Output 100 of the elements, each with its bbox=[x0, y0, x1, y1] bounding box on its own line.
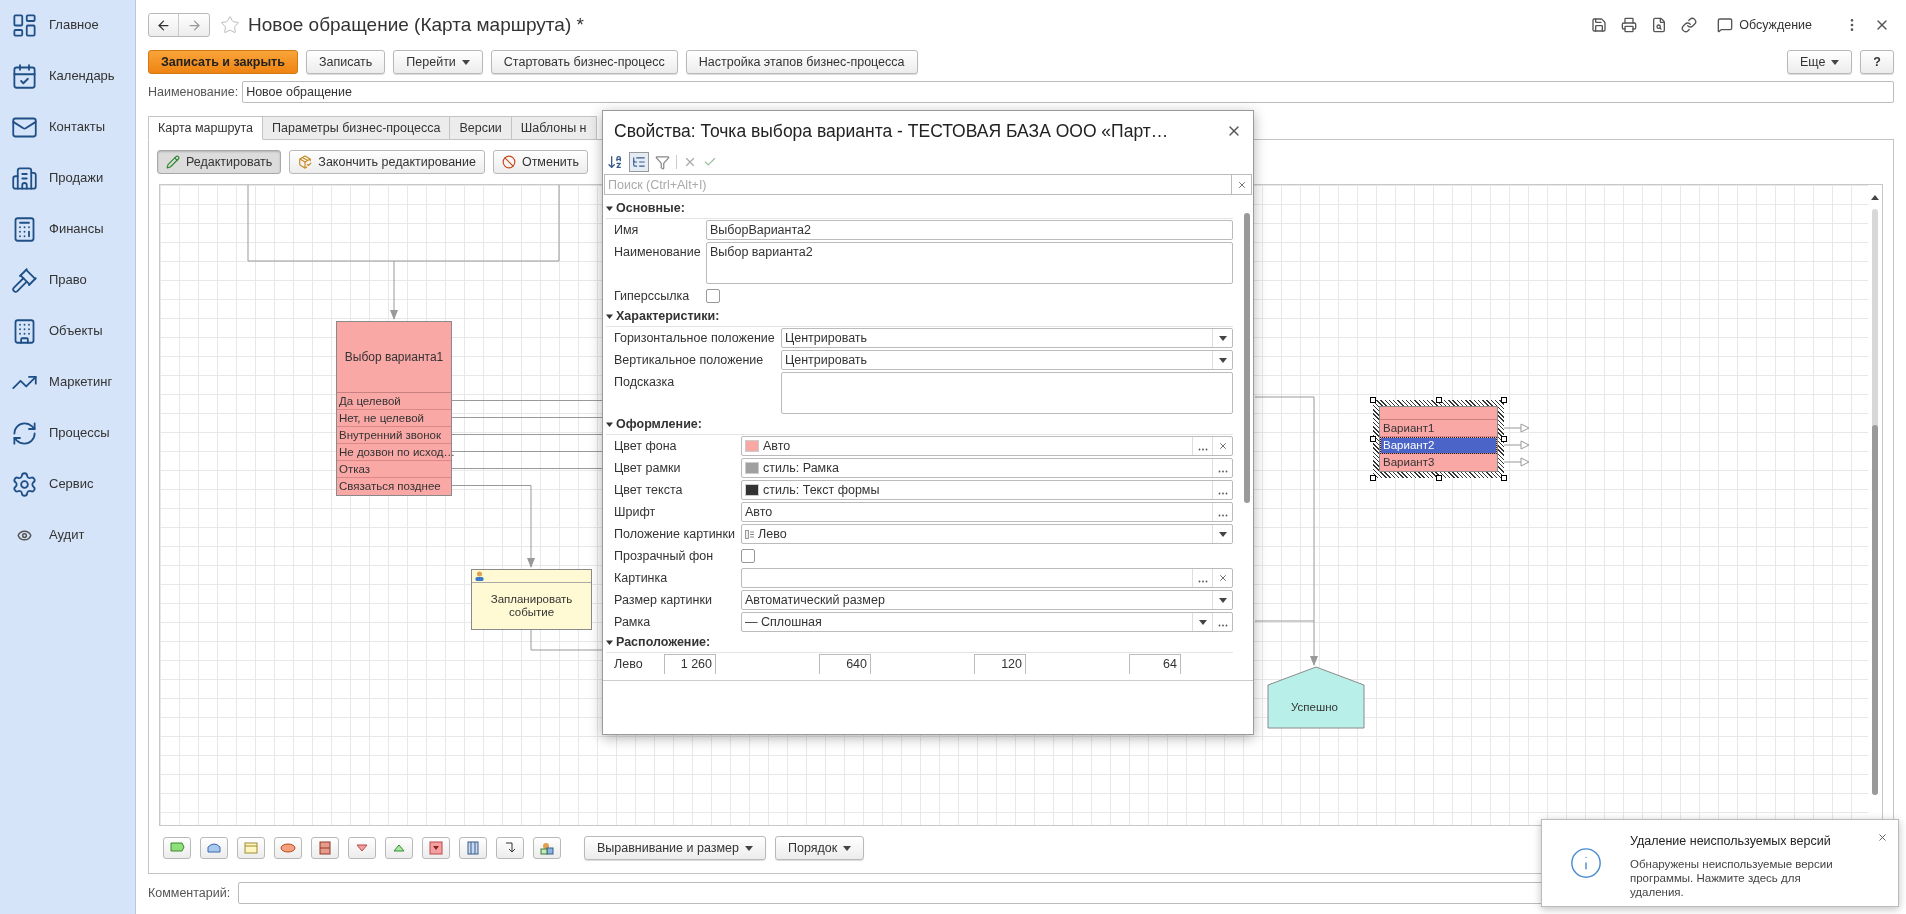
edit-toolbar-button[interactable]: Закончить редактирование bbox=[289, 150, 485, 174]
branch-row[interactable]: Связаться позднее bbox=[337, 479, 451, 494]
choice-node[interactable]: Выбор варианта1 Да целевой Нет, не целевой Внутренний звонок Не дозвон по исход… Отказ Связаться позднее bbox=[336, 321, 452, 496]
property-field[interactable]: — Сплошная bbox=[741, 612, 1233, 632]
sidebar-item[interactable]: Аудит bbox=[0, 514, 135, 556]
shape-tool-button[interactable] bbox=[422, 837, 450, 859]
checkbox[interactable] bbox=[741, 549, 755, 563]
action-button[interactable]: Записать bbox=[305, 50, 386, 74]
number-field[interactable]: 640 bbox=[819, 654, 871, 674]
resize-handle[interactable] bbox=[1370, 475, 1376, 481]
branch-row[interactable]: Вариант2 bbox=[1381, 437, 1496, 453]
filter-icon[interactable] bbox=[655, 154, 670, 170]
sidebar-item[interactable]: Главное bbox=[0, 4, 135, 46]
branch-row[interactable]: Да целевой bbox=[337, 393, 451, 409]
number-field[interactable]: 64 bbox=[1129, 654, 1181, 674]
resize-handle[interactable] bbox=[1501, 475, 1507, 481]
shape-tool-button[interactable] bbox=[496, 837, 524, 859]
check-icon[interactable] bbox=[703, 155, 717, 169]
help-button[interactable]: ? bbox=[1860, 50, 1894, 74]
favorite-star-icon[interactable] bbox=[220, 15, 240, 35]
resize-handle[interactable] bbox=[1435, 397, 1442, 403]
link-icon[interactable] bbox=[1681, 17, 1698, 33]
caret-down-icon[interactable] bbox=[606, 205, 613, 212]
sidebar-item[interactable]: Сервис bbox=[0, 463, 135, 505]
branch-row[interactable]: Отказ bbox=[337, 461, 451, 477]
close-icon[interactable] bbox=[1877, 832, 1888, 843]
branch-row[interactable]: Вариант3 bbox=[1381, 455, 1496, 470]
resize-handle[interactable] bbox=[1370, 436, 1376, 442]
edit-toolbar-button[interactable]: Отменить bbox=[492, 150, 589, 174]
delete-icon[interactable] bbox=[683, 155, 697, 169]
branch-row[interactable]: Нет, не целевой bbox=[337, 410, 451, 426]
branch-row[interactable]: Внутренний звонок bbox=[337, 427, 451, 443]
task-node[interactable]: Запланировать событие bbox=[471, 569, 592, 630]
checkbox[interactable] bbox=[706, 289, 720, 303]
save-and-close-button[interactable]: Записать и закрыть bbox=[148, 50, 298, 74]
tab[interactable]: Параметры бизнес-процесса bbox=[262, 116, 451, 140]
number-field[interactable]: 120 bbox=[974, 654, 1026, 674]
shape-tool-button[interactable] bbox=[385, 837, 413, 859]
resize-handle[interactable] bbox=[1370, 397, 1376, 403]
tree-list-icon[interactable] bbox=[632, 155, 646, 169]
discussion-button[interactable]: Обсуждение bbox=[1717, 15, 1812, 35]
edit-toolbar-button[interactable]: Редактировать bbox=[157, 150, 282, 174]
action-button[interactable]: Стартовать бизнес-процесс bbox=[490, 50, 678, 74]
shape-tool-button[interactable] bbox=[311, 837, 339, 859]
text-area[interactable]: Выбор варианта2 bbox=[706, 242, 1233, 284]
resize-handle[interactable] bbox=[1501, 436, 1507, 442]
tab[interactable]: Шаблоны н bbox=[510, 116, 597, 140]
shape-tool-button[interactable] bbox=[200, 837, 228, 859]
text-field[interactable]: ВыборВарианта2 bbox=[706, 220, 1233, 240]
sidebar-item[interactable]: Финансы bbox=[0, 208, 135, 250]
property-field[interactable]: Авто bbox=[741, 502, 1233, 522]
menu-button[interactable]: Перейти bbox=[393, 50, 483, 74]
menu-button[interactable]: Порядок bbox=[774, 836, 865, 860]
branch-row[interactable]: Вариант1 bbox=[1381, 420, 1496, 436]
shape-tool-button[interactable] bbox=[163, 837, 191, 859]
end-node[interactable] bbox=[1267, 666, 1365, 729]
action-button[interactable]: Настройка этапов бизнес-процесса bbox=[685, 50, 918, 74]
sort-alphabetical-icon[interactable] bbox=[607, 154, 623, 170]
caret-down-icon[interactable] bbox=[606, 639, 613, 646]
sidebar-item[interactable]: Календарь bbox=[0, 55, 135, 97]
scrollbar-thumb[interactable] bbox=[1872, 425, 1878, 795]
arrow-right-icon bbox=[186, 17, 202, 33]
save-icon[interactable] bbox=[1591, 17, 1608, 33]
property-field[interactable]: стиль: Текст формы bbox=[741, 480, 1233, 500]
sidebar-item[interactable]: Маркетинг bbox=[0, 361, 135, 403]
sidebar-item[interactable]: Процессы bbox=[0, 412, 135, 454]
name-field[interactable]: Новое обращение bbox=[242, 81, 1894, 103]
property-field[interactable]: Центрировать bbox=[781, 350, 1233, 370]
shape-tool-button[interactable] bbox=[348, 837, 376, 859]
property-field[interactable]: Автоматический размер bbox=[741, 590, 1233, 610]
shape-tool-button[interactable] bbox=[533, 837, 561, 859]
menu-button[interactable]: Выравнивание и размер bbox=[584, 836, 766, 860]
sidebar-item[interactable]: Право bbox=[0, 259, 135, 301]
resize-handle[interactable] bbox=[1435, 475, 1442, 481]
sidebar-item[interactable]: Контакты bbox=[0, 106, 135, 148]
property-field[interactable]: Центрировать bbox=[781, 328, 1233, 348]
sidebar-item[interactable]: Объекты bbox=[0, 310, 135, 352]
notification-popup[interactable]: Удаление неиспользуемых версий Обнаружены неиспользуемые версии программы. Нажмите здесь для удаления. bbox=[1541, 819, 1899, 907]
tab[interactable]: Версии bbox=[449, 116, 512, 140]
speech-bubble-icon bbox=[1717, 17, 1734, 33]
tab[interactable]: Карта маршрута bbox=[148, 116, 264, 140]
scrollbar-thumb[interactable] bbox=[1244, 213, 1250, 503]
print-icon[interactable] bbox=[1621, 17, 1638, 33]
clear-button[interactable] bbox=[1232, 174, 1252, 195]
property-field[interactable]: Авто bbox=[741, 436, 1233, 456]
search-field[interactable]: Поиск (Ctrl+Alt+I) bbox=[604, 174, 1232, 195]
document-search-icon[interactable] bbox=[1651, 17, 1668, 33]
more-button[interactable]: Еще bbox=[1786, 50, 1853, 74]
resize-handle[interactable] bbox=[1501, 397, 1507, 403]
shape-tool-button[interactable] bbox=[459, 837, 487, 859]
shape-tool-button[interactable] bbox=[274, 837, 302, 859]
property-field[interactable]: Лево bbox=[741, 524, 1233, 544]
caret-down-icon[interactable] bbox=[606, 421, 613, 428]
choice-node[interactable]: Вариант1 Вариант2 Вариант3 bbox=[1379, 406, 1498, 472]
sidebar-item[interactable]: Продажи bbox=[0, 157, 135, 199]
number-field[interactable]: 1 260 bbox=[664, 654, 716, 674]
property-field[interactable]: стиль: Рамка bbox=[741, 458, 1233, 478]
property-field[interactable] bbox=[741, 568, 1233, 588]
caret-down-icon[interactable] bbox=[606, 313, 613, 320]
scroll-up-icon[interactable] bbox=[1871, 195, 1879, 200]
